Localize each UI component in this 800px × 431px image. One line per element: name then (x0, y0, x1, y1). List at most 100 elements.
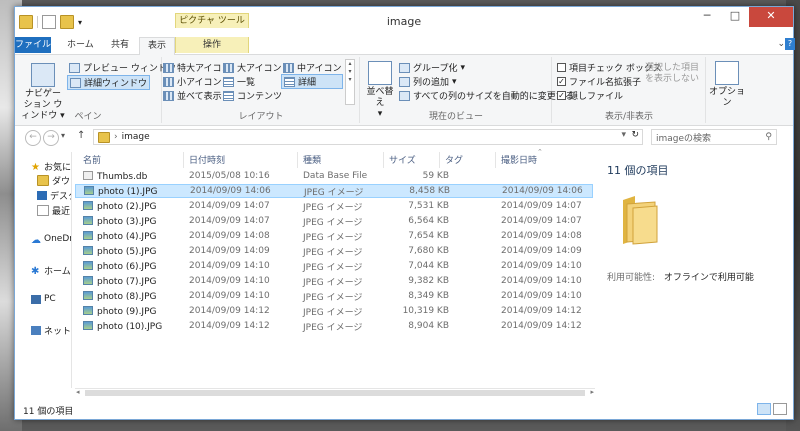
minimize-button[interactable]: ─ (693, 7, 721, 27)
cell-date: 2014/09/09 14:09 (189, 246, 270, 256)
scroll-left-icon[interactable]: ◂ (76, 388, 80, 396)
nav-favorites[interactable]: ★ お気に入り (31, 160, 71, 173)
breadcrumb[interactable]: image (122, 132, 150, 142)
large-icons-view-button[interactable] (773, 403, 787, 415)
group-label: 現在のビュー (428, 112, 483, 122)
scrollbar-thumb[interactable] (85, 390, 585, 396)
details-option[interactable]: 詳細 (281, 74, 343, 89)
column-tag[interactable]: タグ (445, 150, 463, 168)
hide-selected-button[interactable]: 選択した項目を表示しない (641, 63, 703, 85)
horizontal-scrollbar[interactable]: ◂ ▸ (75, 388, 595, 398)
nav-homegroup[interactable]: ✱ ホーム (31, 264, 71, 277)
medium-icons-option[interactable]: 中アイコン (283, 61, 342, 74)
close-button[interactable]: ✕ (749, 7, 793, 27)
small-icons-option[interactable]: 小アイコン (163, 75, 222, 88)
hidden-items-toggle[interactable]: ✓ 隠しファイル (557, 89, 623, 102)
nav-pc[interactable]: PC (31, 294, 56, 304)
options-button[interactable]: オプション (707, 61, 747, 109)
cell-type: JPEG イメージ (303, 305, 362, 318)
back-button[interactable]: ← (25, 130, 41, 146)
table-row[interactable]: photo (2).JPG 2014/09/09 14:07 JPEG イメージ 7,… (75, 199, 593, 213)
cell-name: photo (7).JPG (83, 275, 156, 287)
option-label: 一覧 (237, 78, 256, 88)
file-extensions-label: ファイル名拡張子 (569, 78, 642, 88)
content-option[interactable]: コンテンツ (223, 89, 282, 102)
type-text: JPEG イメージ (303, 262, 363, 273)
list-option[interactable]: 一覧 (223, 75, 255, 88)
cell-name: photo (10).JPG (83, 320, 162, 332)
column-divider[interactable] (383, 152, 384, 168)
up-button[interactable]: ↑ (77, 130, 85, 141)
maximize-button[interactable]: □ (721, 7, 749, 27)
table-row[interactable]: photo (9).JPG 2014/09/09 14:12 JPEG イメージ 10… (75, 304, 593, 318)
extra-large-icons-option[interactable]: 特大アイコン (163, 61, 231, 74)
nav-desktop[interactable]: デスク (37, 189, 71, 202)
ribbon-expand-icon[interactable]: ⌄ (777, 39, 785, 49)
table-row[interactable]: photo (7).JPG 2014/09/09 14:10 JPEG イメージ 9,… (75, 274, 593, 288)
navigation-pane: ★ お気に入り ダウン デスク 最近 ☁OneDr ✱ ホーム PC ネットワ (15, 152, 71, 388)
cell-taken: 2014/09/09 14:10 (501, 291, 582, 301)
table-row[interactable]: photo (1).JPG 2014/09/09 14:06 JPEG イメージ 8,… (75, 184, 593, 198)
add-columns-button[interactable]: 列の追加 ▾ (399, 75, 457, 88)
cell-type: JPEG イメージ (303, 200, 362, 213)
column-date-taken-label: 撮影日時 (501, 155, 538, 166)
table-row[interactable]: Thumbs.db 2015/05/08 10:16 Data Base File 5… (75, 169, 593, 183)
cell-name: photo (5).JPG (83, 245, 156, 257)
forward-button[interactable]: → (43, 130, 59, 146)
recent-locations-icon[interactable]: ▾ (61, 131, 65, 140)
tab-home[interactable]: ホーム (59, 37, 102, 53)
tab-share[interactable]: 共有 (103, 37, 137, 53)
column-type[interactable]: 種類 (303, 150, 321, 168)
tab-manage[interactable]: 操作 (175, 37, 249, 53)
table-row[interactable]: photo (3).JPG 2014/09/09 14:07 JPEG イメージ 6,… (75, 214, 593, 228)
cell-date: 2014/09/09 14:10 (189, 261, 270, 271)
nav-network[interactable]: ネットワ (31, 324, 71, 337)
large-icons-option[interactable]: 大アイコン (223, 61, 282, 74)
table-row[interactable]: photo (6).JPG 2014/09/09 14:10 JPEG イメージ 7,… (75, 259, 593, 273)
table-row[interactable]: photo (5).JPG 2014/09/09 14:09 JPEG イメージ 7,… (75, 244, 593, 258)
size-text: 7,044 KB (408, 261, 449, 271)
column-divider[interactable] (297, 152, 298, 168)
column-divider[interactable] (495, 152, 496, 168)
search-input[interactable]: imageの検索 ⚲ (651, 129, 777, 145)
fit-columns-button[interactable]: すべての列のサイズを自動的に変更する (399, 89, 574, 102)
pane-divider[interactable] (71, 152, 72, 388)
nav-onedrive[interactable]: ☁ OneDr (31, 234, 71, 246)
group-by-button[interactable]: グループ化 ▾ (399, 61, 465, 74)
address-dropdown-icon[interactable]: ▾ (621, 130, 626, 140)
tiles-icon (163, 90, 174, 101)
cell-name: photo (3).JPG (83, 215, 156, 227)
column-size[interactable]: サイズ (389, 150, 416, 168)
address-input[interactable]: › image ▾ ↻ (93, 129, 643, 145)
column-divider[interactable] (183, 152, 184, 168)
cell-name: photo (2).JPG (83, 200, 156, 212)
search-icon: ⚲ (765, 132, 772, 142)
column-date-taken[interactable]: 撮影日時 ⌃ (501, 148, 543, 168)
layout-scroll[interactable]: ▴ ▾ ▾ (345, 59, 355, 105)
ribbon-view: ナビゲーション ウィンドウ ▾ プレビュー ウィンドウ 詳細ウィンドウ ペイン … (15, 55, 793, 126)
cell-size: 10,319 KB (389, 306, 449, 316)
table-row[interactable]: photo (4).JPG 2014/09/09 14:08 JPEG イメージ 7,… (75, 229, 593, 243)
desktop-icon (37, 191, 47, 200)
tiles-option[interactable]: 並べて表示 (163, 89, 222, 102)
details-pane-button[interactable]: 詳細ウィンドウ (67, 75, 151, 90)
details-view-button[interactable] (757, 403, 771, 415)
cell-date: 2014/09/09 14:12 (189, 306, 270, 316)
column-divider[interactable] (439, 152, 440, 168)
nav-recent[interactable]: 最近 (37, 204, 70, 217)
date-text: 2014/09/09 14:12 (189, 306, 270, 316)
tab-file[interactable]: ファイル (15, 37, 51, 53)
nav-downloads[interactable]: ダウン (37, 174, 71, 187)
column-name[interactable]: 名前 (83, 150, 101, 168)
file-extensions-toggle[interactable]: ✓ ファイル名拡張子 (557, 75, 641, 88)
help-icon[interactable]: ? (785, 38, 795, 50)
table-row[interactable]: photo (8).JPG 2014/09/09 14:10 JPEG イメージ 8,… (75, 289, 593, 303)
preview-pane-button[interactable]: プレビュー ウィンドウ (69, 61, 176, 74)
table-row[interactable]: photo (10).JPG 2014/09/09 14:12 JPEG イメージ 8… (75, 319, 593, 333)
scroll-right-icon[interactable]: ▸ (590, 388, 594, 396)
column-date[interactable]: 日付時刻 (189, 150, 225, 168)
cell-type: JPEG イメージ (303, 245, 362, 258)
cell-type: JPEG イメージ (303, 275, 362, 288)
refresh-icon[interactable]: ↻ (631, 130, 639, 140)
tab-view[interactable]: 表示 (139, 37, 176, 55)
